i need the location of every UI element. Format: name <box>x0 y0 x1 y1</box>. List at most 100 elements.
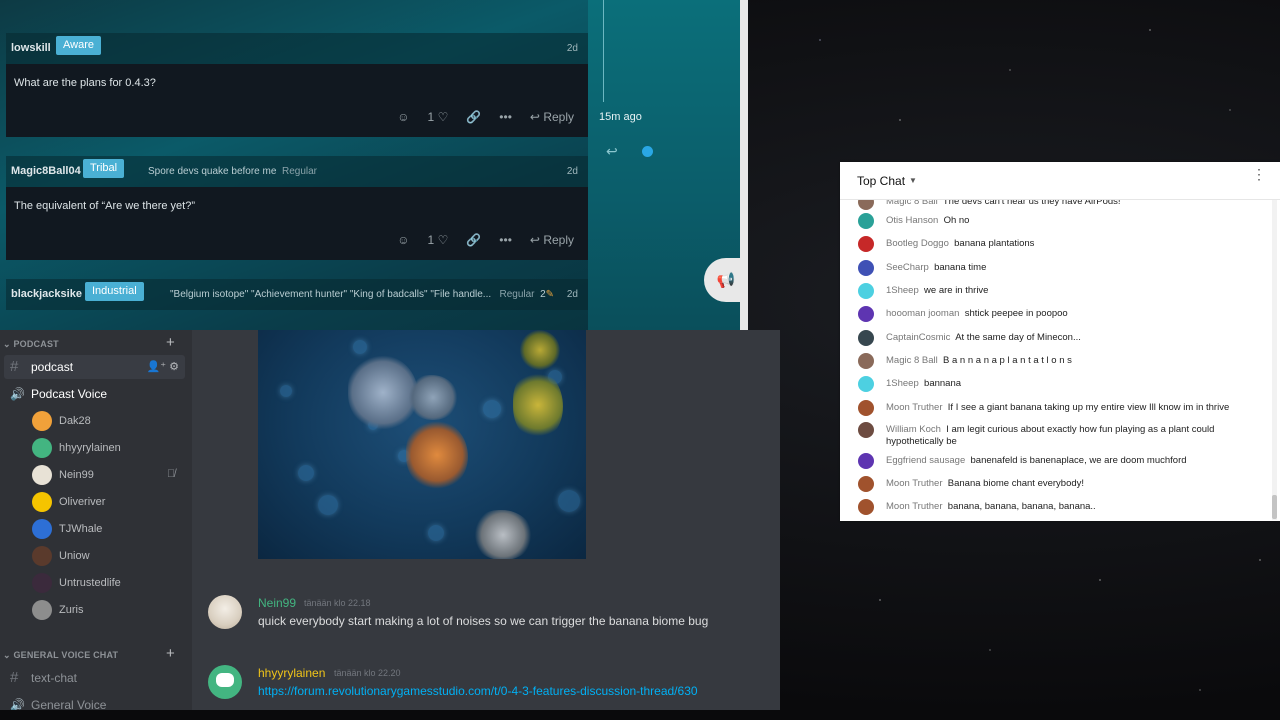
bubble <box>298 465 314 481</box>
chat-author[interactable]: SeeCharp <box>886 262 929 273</box>
chat-author[interactable]: 1Sheep <box>886 285 919 296</box>
chat-author[interactable]: William Koch <box>886 424 941 435</box>
channel-text-chat[interactable]: # text-chat <box>4 666 185 690</box>
chat-author[interactable]: hoooman jooman <box>886 308 959 319</box>
reply-label: Reply <box>543 233 574 247</box>
message-author[interactable]: Nein99 <box>258 596 296 610</box>
chat-author[interactable]: Moon Truther <box>886 478 943 489</box>
post-body: The equivalent of “Are we there yet?” ☺ … <box>6 187 588 260</box>
chat-line: Magic 8 Ball B a n n a n a p l a n t a t… <box>886 355 1246 367</box>
message-link[interactable]: https://forum.revolutionarygamesstudio.c… <box>258 684 698 698</box>
add-channel-icon[interactable]: + <box>166 645 175 662</box>
speaker-icon: 🔊 <box>10 387 25 401</box>
avatar[interactable] <box>858 260 874 276</box>
voice-user-name: TJWhale <box>59 523 103 535</box>
reply-button[interactable]: ↩ Reply <box>530 233 574 247</box>
chat-mode-dropdown[interactable]: Top Chat ▼ <box>857 174 917 188</box>
back-icon[interactable]: ↩ <box>606 143 618 160</box>
microbe <box>520 330 560 370</box>
emoji-icon[interactable]: ☺ <box>397 110 409 124</box>
bubble <box>483 400 501 418</box>
more-icon[interactable]: ••• <box>499 233 512 247</box>
like-button[interactable]: 1 ♡ <box>428 110 449 124</box>
add-channel-icon[interactable]: + <box>166 334 175 351</box>
category-general-voice[interactable]: ⌄ GENERAL VOICE CHAT <box>3 650 118 661</box>
voice-user-name: Nein99 <box>59 469 94 481</box>
invite-icon[interactable]: 👤⁺ <box>147 361 167 373</box>
forum-post: Magic8Ball04 Tribal Spore devs quake bef… <box>6 156 588 260</box>
channel-general-voice[interactable]: 🔊 General Voice <box>4 693 185 710</box>
voice-user-name: Uniow <box>59 550 90 562</box>
user-title-text: "Belgium isotope" "Achievement hunter" "… <box>170 289 492 300</box>
gear-icon[interactable]: ⚙ <box>169 361 179 373</box>
avatar[interactable] <box>858 306 874 322</box>
like-button[interactable]: 1 ♡ <box>428 233 449 247</box>
heart-icon: ♡ <box>437 110 449 124</box>
role-badge[interactable]: Tribal <box>83 159 125 178</box>
timeline-dot[interactable] <box>642 146 653 157</box>
live-chat-panel: Top Chat ▼ ⋮ Magic 8 Ball The devs can't … <box>840 162 1280 521</box>
role-badge[interactable]: Aware <box>56 36 101 55</box>
more-vert-icon[interactable]: ⋮ <box>1252 167 1266 181</box>
avatar <box>32 546 52 566</box>
avatar[interactable] <box>858 499 874 515</box>
hash-icon: # <box>10 669 19 686</box>
timeline-scrubber[interactable] <box>603 0 604 102</box>
bubble <box>428 525 444 541</box>
chat-author[interactable]: Moon Truther <box>886 402 943 413</box>
post-header: blackjacksike Industrial "Belgium isotop… <box>6 279 588 310</box>
post-author[interactable]: Magic8Ball04 <box>11 165 81 177</box>
channel-name: General Voice <box>31 698 107 710</box>
chat-author[interactable]: CaptainCosmic <box>886 332 950 343</box>
avatar[interactable] <box>208 595 242 629</box>
avatar[interactable] <box>858 236 874 252</box>
channel-podcast-voice[interactable]: 🔊 Podcast Voice <box>4 382 185 406</box>
avatar[interactable] <box>858 283 874 299</box>
forum-window: 15m ago ↩ 📢 lowskill Aware 2d What are t… <box>0 0 748 330</box>
channel-podcast[interactable]: # podcast 👤⁺ ⚙ <box>4 355 185 379</box>
chat-author[interactable]: Magic 8 Ball <box>886 355 938 366</box>
post-author[interactable]: lowskill <box>11 42 51 54</box>
avatar[interactable] <box>858 453 874 469</box>
avatar[interactable] <box>208 665 242 699</box>
voice-user-name: Dak28 <box>59 415 91 427</box>
chat-scroll-thumb[interactable] <box>1272 495 1277 519</box>
avatar[interactable] <box>858 353 874 369</box>
avatar[interactable] <box>858 400 874 416</box>
bubble <box>280 385 292 397</box>
post-date[interactable]: 2d <box>567 166 578 177</box>
chat-text: we are in thrive <box>924 285 989 296</box>
link-icon[interactable]: 🔗 <box>466 233 481 247</box>
category-podcast[interactable]: ⌄ PODCAST <box>3 339 59 350</box>
avatar[interactable] <box>858 330 874 346</box>
chat-author[interactable]: 1Sheep <box>886 378 919 389</box>
post-date[interactable]: 2d <box>567 43 578 54</box>
megaphone-icon[interactable]: 📢 <box>704 258 748 302</box>
chat-line: William Koch I am legit curious about ex… <box>886 424 1246 448</box>
avatar[interactable] <box>858 422 874 438</box>
avatar[interactable] <box>858 376 874 392</box>
post-author[interactable]: blackjacksike <box>11 288 82 300</box>
chat-author[interactable]: Moon Truther <box>886 501 943 512</box>
timeline-ago: 15m ago <box>599 111 642 123</box>
speaker-icon: 🔊 <box>10 698 25 710</box>
user-title: Spore devs quake before me Regular <box>148 166 317 177</box>
reply-button[interactable]: ↩ Reply <box>530 110 574 124</box>
avatar[interactable] <box>858 476 874 492</box>
avatar <box>32 465 52 485</box>
chat-scrollbar[interactable] <box>1272 200 1277 520</box>
attached-image[interactable] <box>258 330 586 559</box>
avatar[interactable] <box>858 213 874 229</box>
post-header: lowskill Aware 2d <box>6 33 588 64</box>
role-badge[interactable]: Industrial <box>85 282 144 301</box>
chat-author[interactable]: Bootleg Doggo <box>886 238 949 249</box>
user-title: "Belgium isotope" "Achievement hunter" "… <box>170 289 554 300</box>
emoji-icon[interactable]: ☺ <box>397 233 409 247</box>
link-icon[interactable]: 🔗 <box>466 110 481 124</box>
chat-author[interactable]: Otis Hanson <box>886 215 938 226</box>
post-date[interactable]: 2d <box>567 289 578 300</box>
message-author[interactable]: hhyyrylainen <box>258 666 325 680</box>
chat-author[interactable]: Eggfriend sausage <box>886 455 965 466</box>
chat-message: hhyyrylainen tänään klo 22.20 https://fo… <box>208 665 768 709</box>
more-icon[interactable]: ••• <box>499 110 512 124</box>
